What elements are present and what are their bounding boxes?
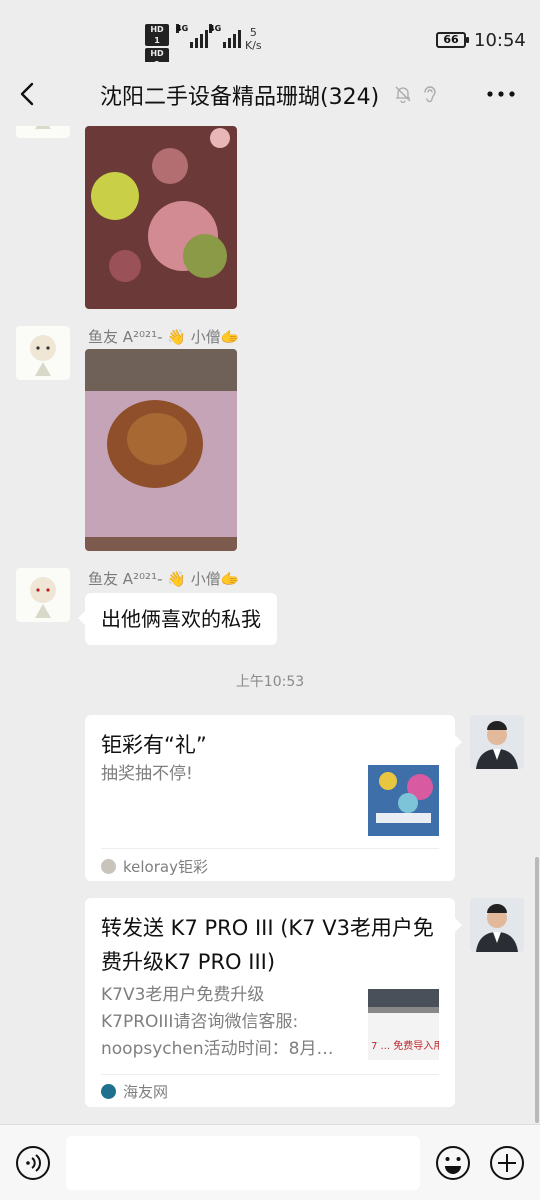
text-message[interactable]: 出他俩喜欢的私我 [78, 593, 277, 645]
signal-1-icon: 4G [176, 24, 208, 48]
mute-bell-icon [395, 86, 411, 103]
link-card-source: 海友网 [101, 1081, 168, 1102]
speed-value: 5 [249, 26, 257, 39]
keloray-logo-icon [101, 859, 116, 874]
sender-avatar[interactable] [16, 326, 70, 380]
link-card-desc: 抽奖抽不停! [101, 764, 193, 784]
link-card[interactable]: 钜彩有“礼” 抽奖抽不停! keloray钜彩 [85, 715, 462, 881]
haiyou-logo-icon [101, 1084, 116, 1099]
coral-photo-2[interactable] [85, 349, 237, 551]
input-bar [0, 1124, 540, 1200]
hd1-badge: HD 1 [145, 24, 169, 46]
link-card-title: 钜彩有“礼” [101, 733, 207, 757]
sender-name: 鱼友 A²⁰²¹- 👋 小僧🫱 [88, 328, 240, 346]
plus-icon[interactable] [489, 1145, 525, 1181]
chat-header: 沈阳二手设备精品珊瑚(324) [0, 62, 540, 126]
signal-2-icon: 4G [209, 24, 241, 48]
speed-unit: K/s [245, 39, 262, 52]
scrollbar[interactable] [535, 857, 539, 1123]
battery-icon: 66 [436, 32, 469, 48]
back-icon[interactable] [14, 80, 42, 108]
link-card-desc-line: K7PROIII请咨询微信客服: [101, 1012, 299, 1032]
chat-title: 沈阳二手设备精品珊瑚(324) [100, 85, 380, 110]
network-speed: 5 K/s [245, 26, 262, 52]
clock: 10:54 [474, 30, 526, 51]
link-card-source: keloray钜彩 [101, 856, 208, 877]
link-card[interactable]: 转发送 K7 PRO III (K7 V3老用户免费升级K7 PRO III) … [85, 898, 462, 1107]
link-card-source-name: 海友网 [123, 1083, 169, 1101]
link-card-title: 转发送 K7 PRO III (K7 V3老用户免费升级K7 PRO III) [101, 916, 434, 974]
link-card-source-name: keloray钜彩 [123, 858, 208, 876]
svg-text:7 ... 免费导入用户: 7 ... 免费导入用户 [371, 1039, 439, 1052]
message-list[interactable]: 鱼友 A²⁰²¹- 👋 小僧🫱 鱼友 A²⁰²¹- 👋 小僧🫱 出他俩喜欢的私我… [0, 126, 540, 1124]
link-card-desc: K7V3老用户免费升级 K7PROIII请咨询微信客服: noopsychen活… [101, 982, 333, 1063]
earpiece-icon [424, 86, 436, 103]
coral-lottery-thumbnail [368, 765, 439, 836]
my-avatar[interactable] [470, 715, 524, 769]
emoji-icon[interactable] [435, 1145, 471, 1181]
sender-avatar[interactable] [16, 126, 70, 138]
net2-label: 4G [209, 24, 222, 33]
more-icon[interactable] [486, 84, 516, 104]
k7-promo-thumbnail: 7 ... 免费导入用户 [368, 989, 439, 1060]
coral-photo-1[interactable] [85, 126, 237, 309]
my-avatar[interactable] [470, 898, 524, 952]
net1-label: 4G [176, 24, 189, 33]
link-card-desc-line: K7V3老用户免费升级 [101, 985, 265, 1005]
voice-icon[interactable] [15, 1145, 51, 1181]
sender-name: 鱼友 A²⁰²¹- 👋 小僧🫱 [88, 570, 240, 588]
link-card-desc-line: noopsychen活动时间：8月… [101, 1039, 334, 1059]
sender-avatar[interactable] [16, 568, 70, 622]
message-timestamp: 上午10:53 [235, 674, 305, 690]
message-input[interactable] [66, 1136, 420, 1190]
